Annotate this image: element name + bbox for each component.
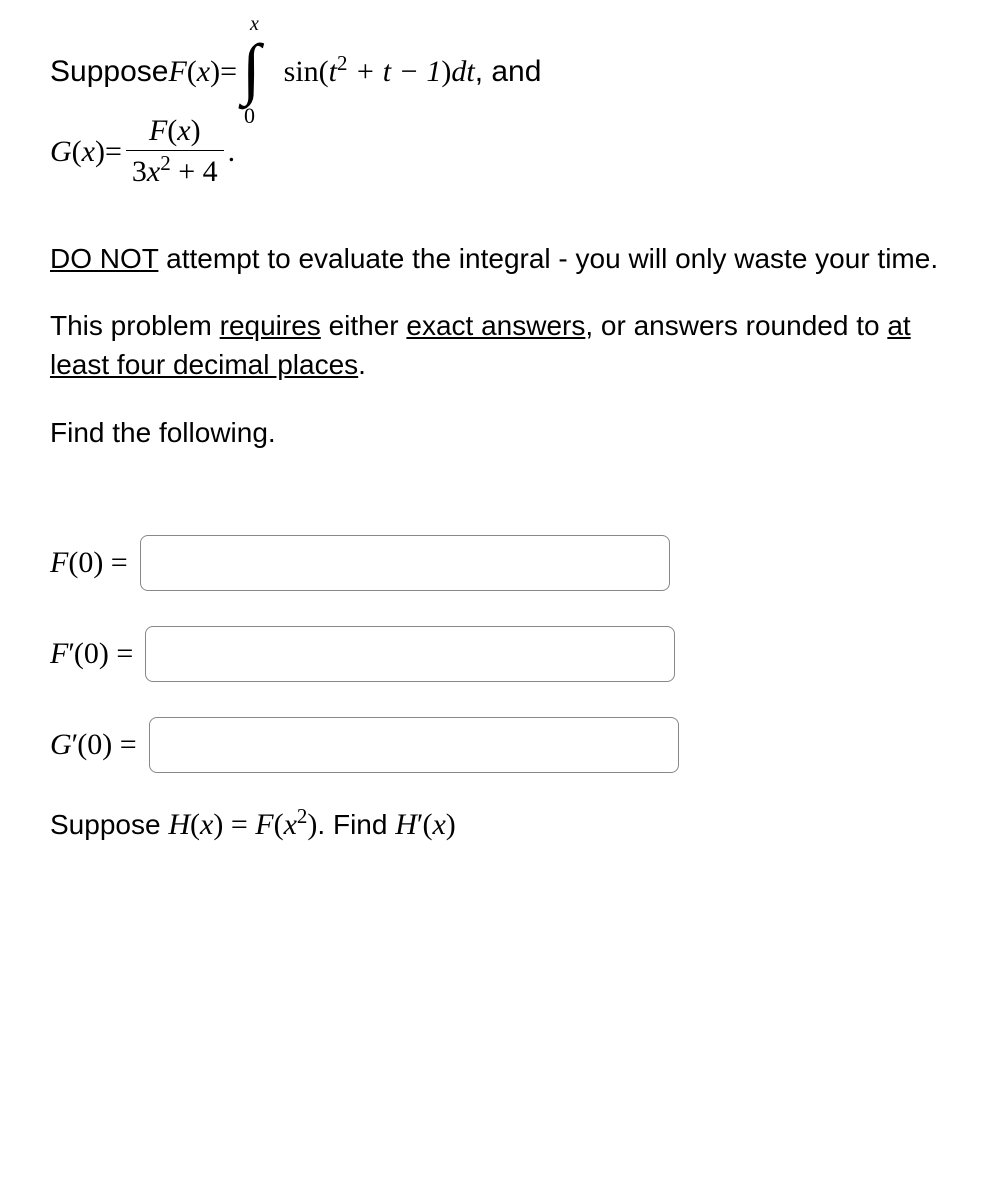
sin-close: )	[441, 55, 451, 88]
G-symbol: G	[50, 135, 72, 169]
problem-definition-line1: Suppose F ( x ) = ∫ x 0 sin(t2 + t − 1)d…	[50, 45, 944, 99]
integral-lower-limit: 0	[244, 103, 255, 129]
t-var: t	[329, 55, 337, 88]
and-text: , and	[475, 55, 542, 89]
x-var: x	[197, 55, 210, 89]
G-open: (	[72, 135, 82, 169]
do-not-emphasis: DO NOT	[50, 243, 158, 274]
f0-input[interactable]	[140, 535, 670, 591]
instruction-requires: This problem requires either exact answe…	[50, 306, 944, 384]
problem-definition-line2: G ( x ) = F(x) 3x2 + 4 .	[50, 114, 944, 189]
G-x-var: x	[82, 135, 95, 169]
t-exp2: 2	[337, 51, 348, 75]
integral-sign-icon: ∫	[242, 30, 261, 106]
fraction-denominator: 3x2 + 4	[126, 151, 224, 189]
suppose-text: Suppose	[50, 55, 168, 89]
open-paren: (	[187, 55, 197, 89]
fprime0-input[interactable]	[145, 626, 675, 682]
answer-row-fprime0: F′(0) =	[50, 626, 944, 682]
find-following-text: Find the following.	[50, 413, 944, 452]
dt: dt	[451, 55, 474, 88]
fraction-numerator: F(x)	[143, 114, 207, 150]
plus-t-minus-1: + t − 1	[348, 55, 442, 88]
integral-block: ∫ x 0	[242, 45, 261, 99]
integrand: sin(t2 + t − 1)dt	[284, 55, 475, 89]
period: .	[228, 135, 236, 169]
F-symbol: F	[168, 55, 186, 89]
equals: =	[220, 55, 237, 89]
instruction-do-not: DO NOT attempt to evaluate the integral …	[50, 239, 944, 278]
gprime0-input[interactable]	[149, 717, 679, 773]
sin-open: (	[319, 55, 329, 88]
fprime0-label: F′(0) =	[50, 637, 133, 671]
sin-func: sin	[284, 55, 319, 88]
G-equals: =	[105, 135, 122, 169]
f0-label: F(0) =	[50, 546, 128, 580]
final-question: Suppose H(x) = F(x2). Find H′(x)	[50, 808, 944, 842]
G-close: )	[95, 135, 105, 169]
fraction-block: F(x) 3x2 + 4	[126, 114, 224, 189]
integral-upper-limit: x	[250, 13, 259, 36]
do-not-rest: attempt to evaluate the integral - you w…	[158, 243, 938, 274]
answer-row-f0: F(0) =	[50, 535, 944, 591]
close-paren: )	[210, 55, 220, 89]
answer-row-gprime0: G′(0) =	[50, 717, 944, 773]
gprime0-label: G′(0) =	[50, 728, 137, 762]
